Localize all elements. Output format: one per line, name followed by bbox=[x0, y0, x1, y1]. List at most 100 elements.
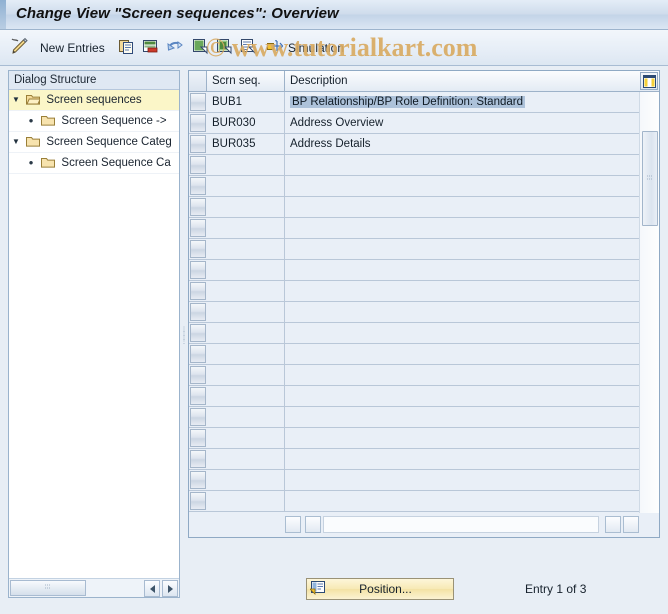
table-row[interactable] bbox=[189, 344, 639, 365]
delete-button[interactable] bbox=[142, 37, 159, 59]
tree-node-screen-sequence-category[interactable]: ▼ Screen Sequence Categ bbox=[9, 132, 179, 153]
cell-scrn-seq[interactable]: BUR030 bbox=[207, 113, 285, 133]
table-row[interactable] bbox=[189, 449, 639, 470]
cell-scrn-seq[interactable] bbox=[207, 176, 285, 196]
cell-scrn-seq[interactable]: BUB1 bbox=[207, 92, 285, 112]
cell-description[interactable] bbox=[285, 176, 619, 196]
table-row[interactable] bbox=[189, 365, 639, 386]
cell-scrn-seq[interactable] bbox=[207, 239, 285, 259]
table-row[interactable] bbox=[189, 386, 639, 407]
cell-description[interactable] bbox=[285, 197, 619, 217]
cell-scrn-seq[interactable] bbox=[207, 260, 285, 280]
tree-node-screen-sequence-arrow[interactable]: • Screen Sequence -> bbox=[9, 111, 179, 132]
undo-button[interactable] bbox=[166, 37, 184, 59]
table-row[interactable] bbox=[189, 176, 639, 197]
table-row[interactable] bbox=[189, 407, 639, 428]
row-selector-button[interactable] bbox=[190, 261, 206, 279]
cell-scrn-seq[interactable]: BUR035 bbox=[207, 134, 285, 154]
sidebar-scroll-thumb[interactable]: ⋯ ⋯ bbox=[10, 580, 86, 596]
hscroll-left-button-2[interactable] bbox=[605, 516, 621, 533]
sidebar-scroll-right-button[interactable] bbox=[162, 580, 178, 597]
hscroll-track[interactable] bbox=[323, 516, 599, 533]
table-row[interactable] bbox=[189, 323, 639, 344]
table-row[interactable] bbox=[189, 428, 639, 449]
select-all-button[interactable] bbox=[192, 37, 209, 59]
table-row[interactable] bbox=[189, 302, 639, 323]
dialog-structure-tree[interactable]: ▼ Screen sequences • Screen Sequence -> bbox=[9, 90, 179, 577]
cell-scrn-seq[interactable] bbox=[207, 365, 285, 385]
simulation-button[interactable]: Simulation bbox=[266, 37, 344, 59]
row-selector-button[interactable] bbox=[190, 219, 206, 237]
cell-scrn-seq[interactable] bbox=[207, 407, 285, 427]
table-vertical-scrollbar[interactable]: ⋯ ⋯ bbox=[639, 92, 659, 513]
row-selector-button[interactable] bbox=[190, 282, 206, 300]
display-change-button[interactable] bbox=[10, 37, 29, 59]
cell-scrn-seq[interactable] bbox=[207, 155, 285, 175]
cell-scrn-seq[interactable] bbox=[207, 218, 285, 238]
cell-scrn-seq[interactable] bbox=[207, 323, 285, 343]
cell-description[interactable]: BP Relationship/BP Role Definition: Stan… bbox=[285, 92, 619, 112]
column-header-description[interactable]: Description bbox=[285, 71, 619, 91]
vertical-scroll-thumb[interactable]: ⋯ ⋯ bbox=[642, 131, 658, 226]
row-selector-button[interactable] bbox=[190, 450, 206, 468]
table-row[interactable] bbox=[189, 491, 639, 512]
table-settings-icon[interactable] bbox=[640, 72, 658, 90]
cell-scrn-seq[interactable] bbox=[207, 428, 285, 448]
table-row[interactable] bbox=[189, 197, 639, 218]
cell-scrn-seq[interactable] bbox=[207, 449, 285, 469]
deselect-all-button[interactable] bbox=[216, 37, 233, 59]
cell-scrn-seq[interactable] bbox=[207, 491, 285, 511]
cell-description[interactable] bbox=[285, 260, 619, 280]
table-body[interactable]: BUB1 BP Relationship/BP Role Definition: … bbox=[189, 92, 639, 513]
tree-node-screen-sequences[interactable]: ▼ Screen sequences bbox=[9, 90, 179, 111]
cell-scrn-seq[interactable] bbox=[207, 386, 285, 406]
scroll-down-button[interactable] bbox=[642, 112, 658, 128]
cell-description[interactable]: Address Details bbox=[285, 134, 619, 154]
cell-description[interactable] bbox=[285, 155, 619, 175]
cell-description[interactable] bbox=[285, 302, 619, 322]
row-selector-button[interactable] bbox=[190, 492, 206, 510]
row-selector-button[interactable] bbox=[190, 240, 206, 258]
row-selector-button[interactable] bbox=[190, 135, 206, 153]
cell-scrn-seq[interactable] bbox=[207, 470, 285, 490]
hscroll-left-button-1[interactable] bbox=[285, 516, 301, 533]
cell-scrn-seq[interactable] bbox=[207, 302, 285, 322]
expand-collapse-icon[interactable]: ▼ bbox=[9, 90, 23, 110]
scroll-up-button[interactable] bbox=[642, 94, 658, 110]
row-selector-button[interactable] bbox=[190, 324, 206, 342]
row-selector-button[interactable] bbox=[190, 156, 206, 174]
cell-description[interactable] bbox=[285, 491, 619, 511]
table-row[interactable] bbox=[189, 281, 639, 302]
cell-description[interactable] bbox=[285, 344, 619, 364]
select-block-button[interactable] bbox=[240, 37, 257, 59]
row-selector-button[interactable] bbox=[190, 366, 206, 384]
cell-description[interactable] bbox=[285, 428, 619, 448]
row-selector-button[interactable] bbox=[190, 408, 206, 426]
cell-description[interactable]: Address Overview bbox=[285, 113, 619, 133]
hscroll-right-button-2[interactable] bbox=[623, 516, 639, 533]
cell-description[interactable] bbox=[285, 365, 619, 385]
row-selector-button[interactable] bbox=[190, 471, 206, 489]
cell-description[interactable] bbox=[285, 386, 619, 406]
row-selector-button[interactable] bbox=[190, 93, 206, 111]
table-row[interactable] bbox=[189, 470, 639, 491]
row-selector-button[interactable] bbox=[190, 177, 206, 195]
table-horizontal-scrollbar[interactable] bbox=[285, 516, 639, 535]
table-row[interactable] bbox=[189, 239, 639, 260]
cell-scrn-seq[interactable] bbox=[207, 197, 285, 217]
panel-splitter[interactable]: ⋮ ⋮ ⋮ ⋮ bbox=[181, 327, 187, 354]
copy-as-button[interactable] bbox=[118, 37, 135, 59]
cell-description[interactable] bbox=[285, 449, 619, 469]
select-all-rows-button[interactable] bbox=[189, 71, 207, 91]
cell-scrn-seq[interactable] bbox=[207, 281, 285, 301]
table-row[interactable] bbox=[189, 155, 639, 176]
column-header-scrn-seq[interactable]: Scrn seq. bbox=[207, 71, 285, 91]
cell-description[interactable] bbox=[285, 470, 619, 490]
cell-description[interactable] bbox=[285, 239, 619, 259]
sidebar-scroll-left-button[interactable] bbox=[144, 580, 160, 597]
row-selector-button[interactable] bbox=[190, 303, 206, 321]
cell-description[interactable] bbox=[285, 407, 619, 427]
table-row[interactable] bbox=[189, 218, 639, 239]
row-selector-button[interactable] bbox=[190, 345, 206, 363]
tree-node-screen-sequence-cat-child[interactable]: • Screen Sequence Ca bbox=[9, 153, 179, 174]
